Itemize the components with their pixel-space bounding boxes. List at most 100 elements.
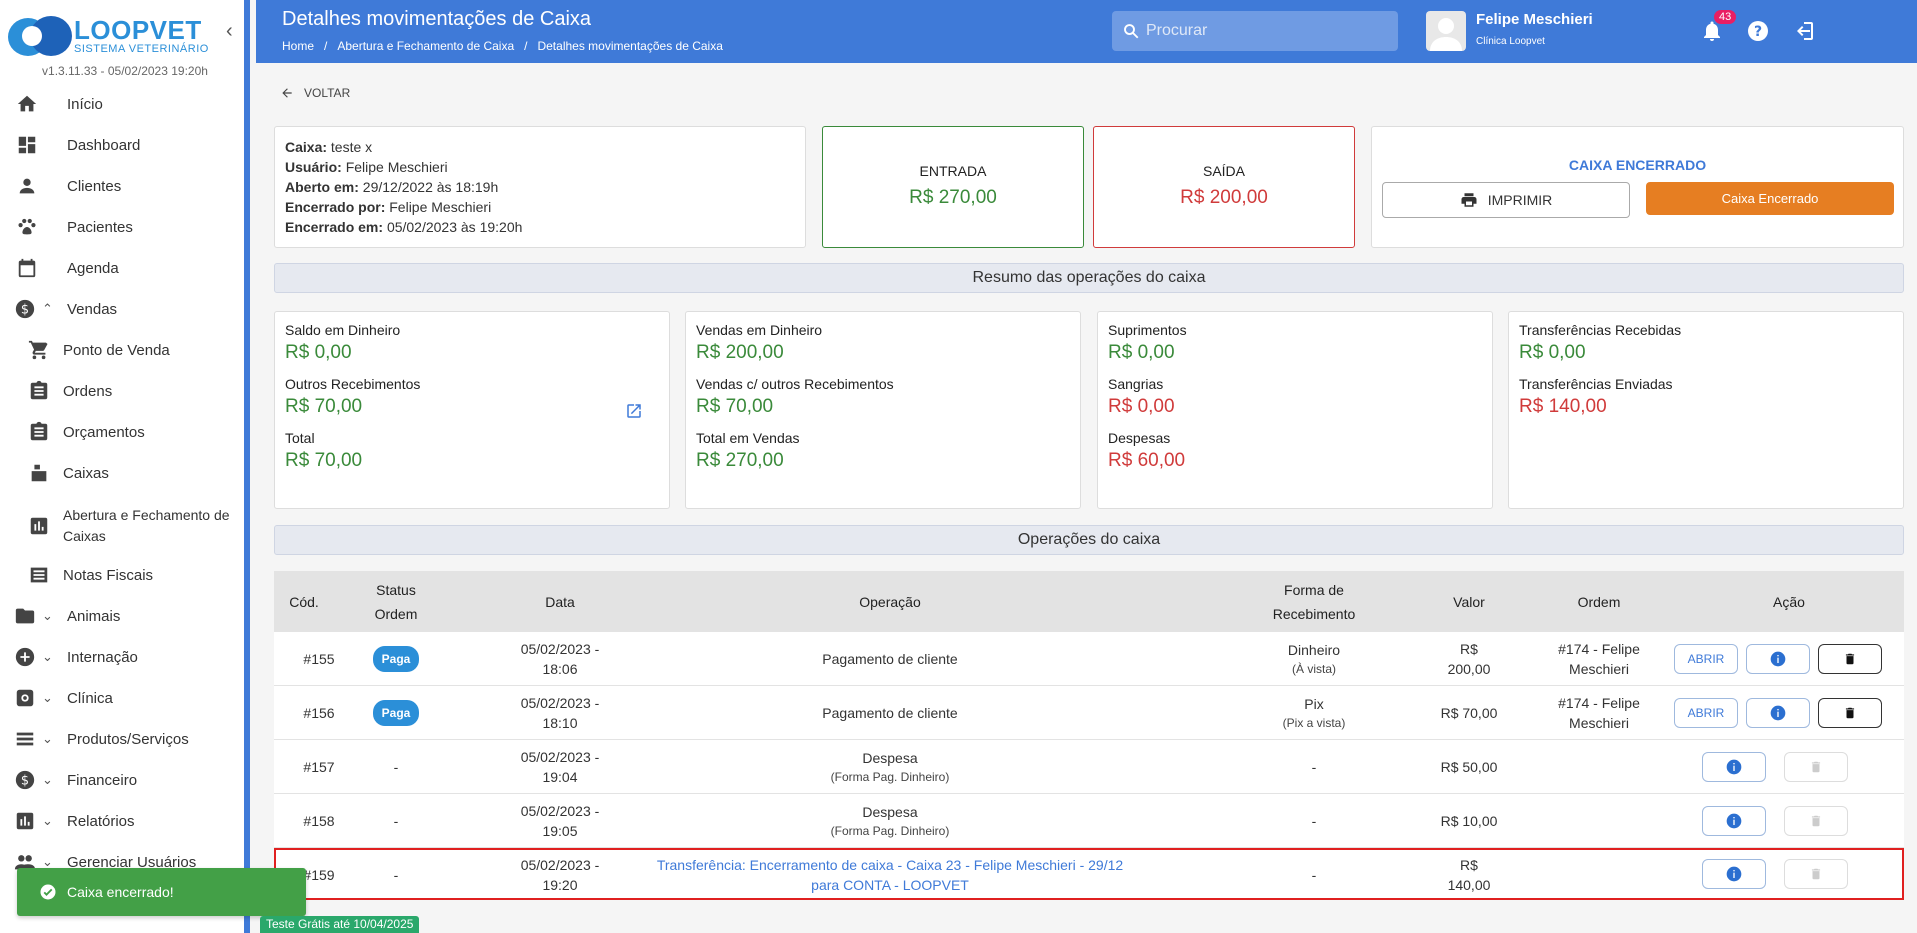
cell-valor: R$ 50,00 (1440, 759, 1498, 775)
cell-status: Paga (346, 632, 446, 686)
sidebar-item-notas-fiscais[interactable]: Notas Fiscais (0, 555, 250, 595)
version-text: v1.3.11.33 - 05/02/2023 19:20h (42, 64, 208, 78)
sidebar-item-produtos-servicos[interactable]: ⌄ Produtos/Serviços (0, 719, 250, 759)
page-title: Detalhes movimentações de Caixa (282, 8, 592, 30)
trial-badge[interactable]: Teste Grátis até 10/04/2025 (260, 916, 420, 933)
col-status: Status Ordem (346, 571, 446, 632)
table-row-highlighted: #159 - 05/02/2023 -19:20 Transferência: … (274, 848, 1904, 900)
chevron-down-icon: ⌄ (42, 649, 53, 664)
info-button[interactable] (1746, 698, 1810, 728)
summary-value: R$ 0,00 (1108, 396, 1175, 417)
search-input[interactable] (1146, 22, 1386, 40)
sidebar-item-inicio[interactable]: Início (0, 84, 250, 124)
info-button[interactable] (1702, 752, 1766, 782)
print-button[interactable]: IMPRIMIR (1382, 182, 1630, 218)
cell-data: 05/02/2023 - 19:05 (500, 794, 620, 848)
cell-data: 05/02/2023 - 18:10 (500, 686, 620, 740)
col-forma: Forma de Recebimento (1214, 571, 1414, 632)
info-button[interactable] (1746, 644, 1810, 674)
closed-at-label: Encerrado em: (285, 219, 384, 235)
table-row: #155 Paga 05/02/2023 -18:06 Pagamento de… (274, 632, 1904, 686)
cell-status: - (393, 813, 399, 829)
cell-status: - (393, 759, 399, 775)
cell-data: 05/02/2023 - 18:06 (500, 632, 620, 686)
info-button[interactable] (1702, 806, 1766, 836)
col-status-line2: Ordem (374, 605, 418, 622)
logo[interactable]: LOOPVET SISTEMA VETERINÁRIO (8, 16, 209, 56)
sidebar-item-relatorios[interactable]: ⌄ Relatórios (0, 801, 250, 841)
sidebar-item-ponto-de-venda[interactable]: Ponto de Venda (0, 330, 250, 370)
cell-ordem[interactable]: #174 - Felipe Meschieri (1524, 686, 1674, 740)
cell-operacao-line1: Despesa (862, 750, 918, 766)
sidebar-item-vendas[interactable]: $ ⌃ Vendas (0, 289, 250, 329)
cell-operacao-line2: (Forma Pag. Dinheiro) (830, 824, 950, 838)
delete-button-disabled (1784, 752, 1848, 782)
saida-title: SAÍDA (1202, 163, 1245, 179)
sidebar-item-abertura-fechamento[interactable]: Abertura e Fechamento de Caixas (0, 504, 250, 548)
cell-valor-line1: R$ (1460, 857, 1478, 873)
cell-operacao-link[interactable]: Transferência: Encerramento de caixa - C… (630, 848, 1150, 902)
sidebar-item-caixas[interactable]: Caixas (0, 453, 250, 493)
cell-ordem-line2: Meschieri (1569, 715, 1629, 731)
logout-icon[interactable] (1792, 19, 1816, 43)
cell-forma: - (1311, 813, 1317, 829)
closed-button[interactable]: Caixa Encerrado (1646, 182, 1894, 215)
cell-forma-line1: Pix (1304, 696, 1324, 712)
sidebar-item-label: Ponto de Venda (63, 341, 170, 359)
summary-label: Total em Vendas (696, 430, 800, 446)
svg-text:?: ? (1754, 24, 1762, 40)
summary-value: R$ 0,00 (285, 342, 352, 363)
external-link-icon[interactable] (625, 402, 643, 420)
person-icon (19, 178, 35, 194)
open-button[interactable]: ABRIR (1674, 698, 1738, 728)
avatar[interactable] (1426, 11, 1466, 51)
cell-ordem-line2: Meschieri (1569, 661, 1629, 677)
sidebar-item-ordens[interactable]: Ordens (0, 371, 250, 411)
cell-ordem[interactable]: #174 - Felipe Meschieri (1524, 632, 1674, 686)
back-button[interactable]: VOLTAR (280, 86, 350, 100)
sidebar-item-clientes[interactable]: Clientes (0, 166, 250, 206)
sidebar-item-animais[interactable]: ⌄ Animais (0, 596, 250, 636)
sidebar-item-financeiro[interactable]: $ ⌄ Financeiro (0, 760, 250, 800)
sidebar-item-dashboard[interactable]: Dashboard (0, 125, 250, 165)
paw-icon (18, 218, 36, 235)
cell-operacao-line1: Pagamento de cliente (822, 705, 958, 721)
closed-status-title: CAIXA ENCERRADO (1568, 157, 1707, 173)
entrada-value: R$ 270,00 (909, 187, 997, 208)
col-acao: Ação (1773, 593, 1805, 610)
table-row: #157 - 05/02/2023 -19:04 Despesa (Forma P… (274, 740, 1904, 794)
cell-data-line1: 05/02/2023 - (520, 749, 600, 765)
info-button[interactable] (1702, 859, 1766, 889)
sidebar-item-orcamentos[interactable]: Orçamentos (0, 412, 250, 452)
status-badge: Paga (372, 700, 420, 726)
clipboard-icon (30, 421, 48, 441)
cash-register-icon (31, 464, 47, 482)
user-name[interactable]: Felipe Meschieri (1476, 11, 1593, 28)
cell-data-line2: 19:04 (542, 769, 578, 785)
delete-button[interactable] (1818, 698, 1882, 728)
user-value: Felipe Meschieri (345, 159, 448, 175)
cell-valor: R$ 70,00 (1394, 686, 1544, 740)
summary-card-vendas: Vendas em Dinheiro R$ 200,00 Vendas c/ o… (685, 311, 1081, 509)
open-button[interactable]: ABRIR (1674, 644, 1738, 674)
chevron-down-icon: ⌄ (42, 608, 53, 623)
breadcrumb-home[interactable]: Home (282, 39, 314, 53)
success-toast[interactable]: Caixa encerrado! (17, 868, 306, 916)
sidebar-item-clinica[interactable]: ⌄ Clínica (0, 678, 250, 718)
sidebar-item-pacientes[interactable]: Pacientes (0, 207, 250, 247)
cell-operacao-line1: Transferência: Encerramento de caixa - C… (656, 857, 1124, 873)
collapse-sidebar-icon[interactable]: ‹ (226, 20, 233, 43)
cell-status: Paga (346, 686, 446, 740)
sidebar-item-label: Pacientes (67, 218, 133, 236)
delete-button[interactable] (1818, 644, 1882, 674)
search-box[interactable] (1112, 11, 1398, 51)
delete-button-disabled (1784, 806, 1848, 836)
cell-data-line1: 05/02/2023 - (520, 641, 600, 657)
home-icon (17, 95, 37, 112)
breadcrumb-abertura-fechamento[interactable]: Abertura e Fechamento de Caixa (337, 39, 514, 53)
summary-value: R$ 70,00 (285, 396, 363, 417)
sidebar-item-agenda[interactable]: Agenda (0, 248, 250, 288)
sidebar-item-internacao[interactable]: ⌄ Internação (0, 637, 250, 677)
list-icon (30, 567, 48, 583)
help-icon[interactable]: ? (1746, 19, 1770, 43)
